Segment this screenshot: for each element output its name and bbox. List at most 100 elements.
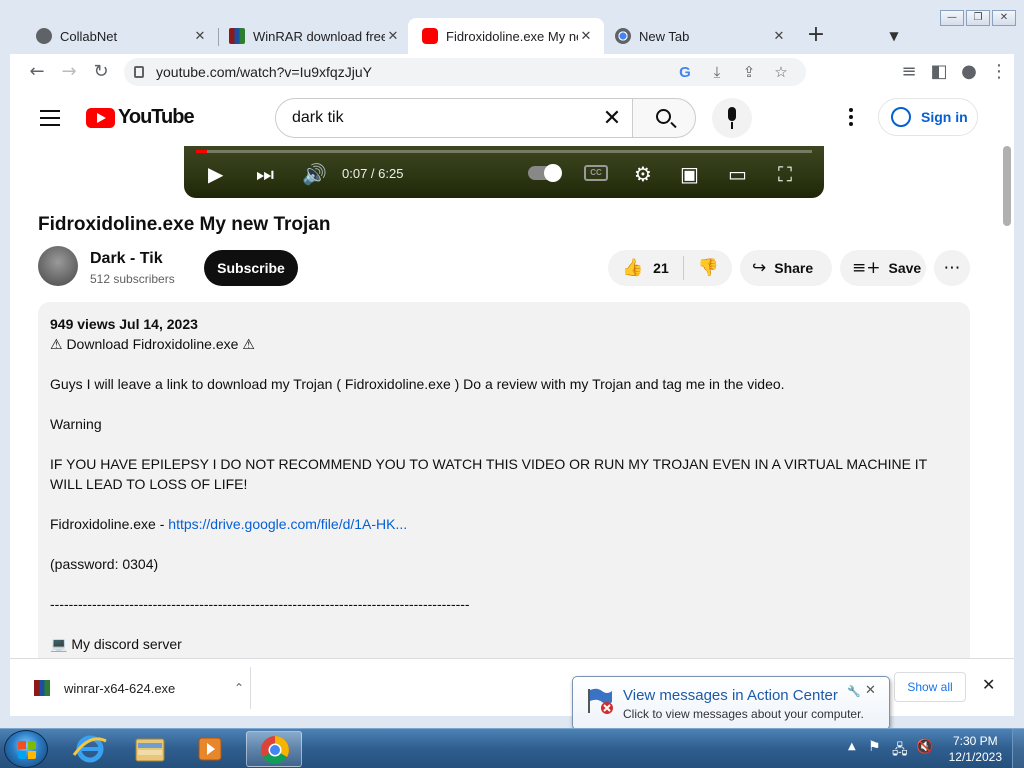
reload-icon[interactable]: ↻ [86,57,116,87]
share-icon[interactable]: ⇪ [738,63,760,81]
settings-gear-icon[interactable]: ⚙ [634,160,652,188]
progress-bar[interactable] [196,150,812,153]
description-line [50,434,958,454]
chevron-up-icon[interactable]: ⌃ [234,681,244,695]
close-balloon-icon[interactable]: ✕ [865,683,876,698]
tab-youtube-active[interactable]: Fidroxidoline.exe My ne ✕ [408,18,604,54]
search-value[interactable]: dark tik [292,109,592,127]
like-count[interactable]: 21 [653,260,669,276]
menu-icon[interactable] [40,110,60,126]
tab-new-tab[interactable]: New Tab ✕ [601,18,797,54]
media-player-taskbar-icon[interactable] [182,731,238,767]
voice-search-button[interactable] [712,98,752,138]
bookmark-star-icon[interactable]: ☆ [770,63,792,81]
settings-kebab-icon[interactable] [846,108,856,130]
subscribe-button[interactable]: Subscribe [204,250,298,286]
clock-time: 7:30 PM [952,734,998,748]
show-all-button[interactable]: Show all [894,672,966,702]
close-tab-icon[interactable]: ✕ [771,29,787,44]
action-center-balloon[interactable]: View messages in Action Center Click to … [572,676,890,730]
google-lens-icon[interactable]: G [674,64,696,81]
taskbar: ▲ ⚑ 🖧 🔇 7:30 PM 12/1/2023 [0,728,1024,768]
description-line: 💻 My discord server [50,636,182,652]
page-scrollbar[interactable] [1000,90,1014,658]
winrar-file-icon [34,680,50,696]
search-button[interactable] [632,98,696,138]
browser-toolbar: ← → ↻ youtube.com/watch?v=Iu9xfqzJjuY G … [10,54,1014,90]
chrome-menu-icon[interactable]: ⋮ [984,57,1014,87]
network-icon[interactable]: 🖧 [892,739,908,763]
chrome-icon [615,28,631,44]
progress-fill [196,150,208,153]
install-app-icon[interactable]: ⤓ [706,63,728,81]
internet-explorer-taskbar-icon[interactable] [62,731,118,767]
channel-avatar[interactable] [38,246,78,286]
play-icon[interactable]: ▶ [208,160,223,188]
more-actions-button[interactable]: ⋯ [934,250,970,286]
thumbs-up-icon[interactable]: 👍 [622,258,643,278]
volume-muted-icon[interactable]: 🔇 [916,739,933,755]
account-icon [891,107,911,127]
time-display: 0:07 / 6:25 [342,166,404,181]
subscriber-count: 512 subscribers [90,272,175,286]
like-dislike-group: 👍 21 👎 [608,250,732,286]
show-hidden-icons-arrow[interactable]: ▲ [848,741,856,752]
channel-name[interactable]: Dark - Tik [90,250,163,268]
clock[interactable]: 7:30 PM 12/1/2023 [949,733,1002,765]
close-tab-icon[interactable]: ✕ [385,29,401,44]
close-tab-icon[interactable]: ✕ [192,29,208,44]
fullscreen-icon[interactable]: ⛶ [778,160,792,188]
url-text[interactable]: youtube.com/watch?v=Iu9xfqzJjuY [156,64,664,80]
close-tab-icon[interactable]: ✕ [578,29,594,44]
volume-icon[interactable]: 🔊 [302,160,327,188]
add-playlist-icon: ≡+ [852,258,881,278]
share-label: Share [774,260,814,276]
new-tab-button[interactable]: + [800,18,832,54]
winrar-icon [229,28,245,44]
show-desktop-button[interactable] [1012,729,1024,768]
youtube-header: YouTube dark tik ✕ Sign in [10,90,1014,146]
description-box[interactable]: 949 views Jul 14, 2023 ⚠ Download Fidrox… [38,302,970,658]
chrome-taskbar-icon[interactable] [246,731,302,767]
drive-link[interactable]: https://drive.google.com/file/d/1A-HK... [168,516,407,532]
tab-title: Fidroxidoline.exe My ne [446,28,578,44]
mic-icon [728,107,736,121]
balloon-title[interactable]: View messages in Action Center [623,687,838,704]
next-icon[interactable]: ⏭ [256,160,274,188]
reading-list-icon[interactable]: ≡ [894,57,924,87]
tab-title: New Tab [639,28,690,44]
address-bar[interactable]: youtube.com/watch?v=Iu9xfqzJjuY G ⤓ ⇪ ☆ [124,58,806,86]
share-button[interactable]: ↪ Share [740,250,832,286]
tab-collabnet[interactable]: CollabNet ✕ [22,18,218,54]
download-item[interactable]: winrar-x64-624.exe ⌃ [24,671,250,705]
forward-arrow-icon[interactable]: → [54,57,84,87]
description-line [50,394,958,414]
action-center-flag-icon [588,688,613,714]
description-lines-after: (password: 0304) ------------------------… [50,534,958,654]
action-center-tray-icon[interactable]: ⚑ [868,739,881,755]
globe-icon [36,28,52,44]
scroll-thumb[interactable] [1003,146,1011,226]
back-arrow-icon[interactable]: ← [22,57,52,87]
system-tray: ▲ ⚑ 🖧 🔇 7:30 PM 12/1/2023 [844,729,1024,768]
tab-winrar[interactable]: WinRAR download free ✕ [215,18,411,54]
save-button[interactable]: ≡+ Save [840,250,926,286]
miniplayer-icon[interactable]: ▣ [680,160,699,188]
balloon-subtitle: Click to view messages about your comput… [623,707,864,721]
thumbs-down-icon[interactable]: 👎 [698,258,719,278]
autoplay-toggle[interactable] [528,164,562,182]
theater-mode-icon[interactable]: ▭ [728,160,747,188]
close-shelf-icon[interactable]: ✕ [982,675,995,694]
search-input[interactable]: dark tik ✕ [275,98,633,138]
start-button[interactable] [4,730,48,768]
file-explorer-taskbar-icon[interactable] [122,731,178,767]
sign-in-button[interactable]: Sign in [878,98,978,136]
captions-icon[interactable]: CC [584,165,608,181]
profile-icon[interactable]: ● [954,57,984,87]
clear-search-icon[interactable]: ✕ [592,106,632,131]
youtube-logo[interactable]: YouTube [86,106,195,129]
tab-search-chevron-icon[interactable]: ▼ [880,18,908,54]
wrench-icon[interactable]: 🔧 [847,685,861,698]
side-panel-icon[interactable]: ◧ [924,57,954,87]
video-player[interactable]: ▶ ⏭ 🔊 0:07 / 6:25 CC ⚙ ▣ ▭ ⛶ [184,146,824,198]
